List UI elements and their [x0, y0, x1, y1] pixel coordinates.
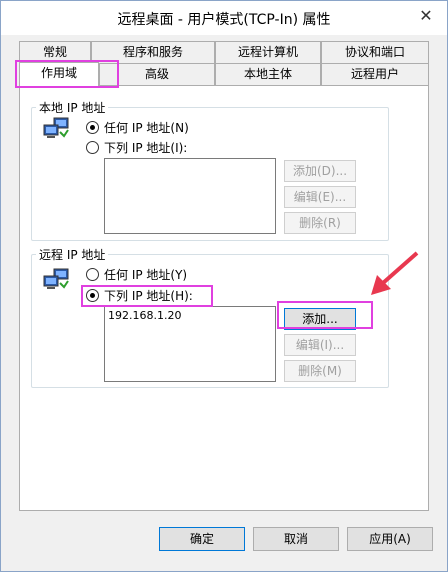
network-computers-icon [43, 117, 69, 138]
local-any-ip-radio[interactable]: 任何 IP 地址(N) [86, 119, 189, 135]
properties-dialog: 远程桌面 - 用户模式(TCP-In) 属性 ✕ 常规 程序和服务 远程计算机 … [0, 0, 448, 572]
local-list-ip-label: 下列 IP 地址(I): [104, 140, 188, 155]
apply-button[interactable]: 应用(A) [347, 527, 433, 551]
local-ip-list[interactable] [104, 158, 276, 234]
local-remove-button[interactable]: 删除(R) [284, 212, 356, 234]
tab-programs-services[interactable]: 程序和服务 [91, 41, 215, 63]
close-icon[interactable]: ✕ [413, 5, 439, 27]
radio-button[interactable] [86, 267, 99, 281]
tab-advanced[interactable]: 高级 [99, 63, 215, 85]
cancel-button[interactable]: 取消 [253, 527, 339, 551]
remote-remove-button[interactable]: 删除(M) [284, 360, 356, 382]
tab-general[interactable]: 常规 [19, 41, 91, 63]
radio-button[interactable] [86, 140, 99, 154]
pointer-arrow-icon [371, 251, 419, 295]
list-item[interactable]: 192.168.1.20 [105, 307, 275, 324]
remote-list-ip-radio[interactable]: 下列 IP 地址(H): [86, 287, 193, 303]
ok-button[interactable]: 确定 [159, 527, 245, 551]
tab-remote-computers[interactable]: 远程计算机 [215, 41, 321, 63]
tab-local-principals[interactable]: 本地主体 [215, 63, 321, 85]
window-title: 远程桌面 - 用户模式(TCP-In) 属性 [117, 12, 331, 28]
title-bar: 远程桌面 - 用户模式(TCP-In) 属性 ✕ [1, 1, 447, 35]
remote-ip-list[interactable]: 192.168.1.20 [104, 306, 276, 382]
remote-ip-label: 远程 IP 地址 [36, 246, 109, 263]
network-computers-icon [43, 268, 69, 289]
remote-any-ip-radio[interactable]: 任何 IP 地址(Y) [86, 266, 187, 282]
remote-any-ip-label: 任何 IP 地址(Y) [104, 267, 188, 282]
remote-list-ip-label: 下列 IP 地址(H): [104, 288, 193, 303]
tab-remote-users[interactable]: 远程用户 [321, 63, 429, 85]
local-edit-button[interactable]: 编辑(E)... [284, 186, 356, 208]
scope-tab-panel: 本地 IP 地址 任何 IP 地址(N) 下列 IP 地址(I): 添加(D).… [19, 85, 429, 511]
local-any-ip-label: 任何 IP 地址(N) [104, 120, 189, 135]
radio-button-checked[interactable] [86, 120, 99, 134]
tab-scope[interactable]: 作用域 [19, 62, 99, 87]
local-add-button[interactable]: 添加(D)... [284, 160, 356, 182]
radio-button-checked[interactable] [86, 288, 99, 302]
local-list-ip-radio[interactable]: 下列 IP 地址(I): [86, 139, 187, 155]
local-ip-label: 本地 IP 地址 [36, 99, 109, 116]
remote-add-button[interactable]: 添加... [284, 308, 356, 330]
tab-protocols-ports[interactable]: 协议和端口 [321, 41, 429, 63]
remote-edit-button[interactable]: 编辑(I)... [284, 334, 356, 356]
